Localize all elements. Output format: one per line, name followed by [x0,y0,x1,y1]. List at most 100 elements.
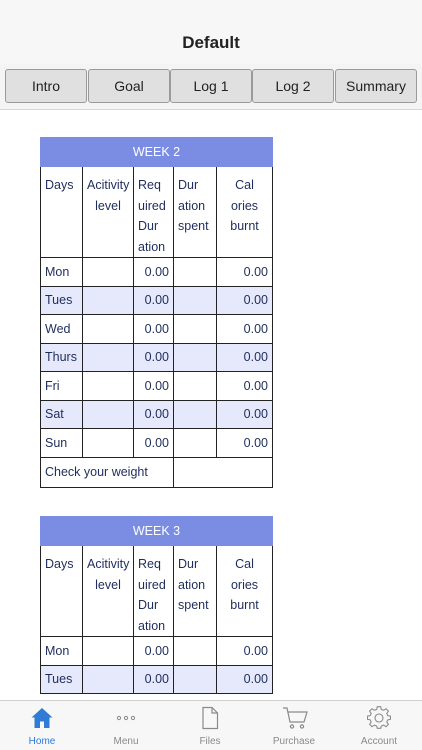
nav-menu[interactable]: Menu [84,701,168,750]
header-activity-level: Acitivity level [82,545,134,637]
header-line: Req [138,557,161,571]
activity-level-cell[interactable] [82,342,134,372]
header-duration-spent: Dur ation spent [173,545,217,637]
gear-icon [367,706,391,729]
header-line: Days [45,557,74,571]
table-row: Fri 0.00 0.00 [40,371,273,401]
header-duration-spent: Dur ation spent [173,166,217,258]
nav-purchase-label: Purchase [272,736,316,747]
activity-level-cell[interactable] [82,664,134,694]
header-line: Acitivity [87,178,130,192]
day-cell: Tues [40,285,83,315]
cart-icon [283,707,308,729]
header-activity-level: Acitivity level [82,166,134,258]
column-header-row: Days Acitivity level Req uired Dur ation Dur… [40,545,273,637]
column-header-row: Days Acitivity level Req uired Dur ation Dur… [40,166,273,258]
week-title: WEEK 2 [40,137,273,167]
day-cell: Mon [40,257,83,287]
nav-files[interactable]: Files [168,701,252,750]
day-cell: Fri [40,371,83,401]
table-row: Mon 0.00 0.00 [40,257,273,287]
required-duration-cell: 0.00 [133,371,174,401]
header-line: uired [138,198,166,213]
week-title: WEEK 3 [40,516,273,546]
calories-burnt-cell: 0.00 [216,314,273,344]
header-days: Days [40,166,83,258]
header-line: level [95,577,121,592]
tab-summary[interactable]: Summary [335,69,417,103]
table-row: Wed 0.00 0.00 [40,314,273,344]
required-duration-cell: 0.00 [133,285,174,315]
activity-level-cell[interactable] [82,285,134,315]
duration-spent-cell[interactable] [173,285,217,315]
tab-intro[interactable]: Intro [5,69,87,103]
nav-files-label: Files [199,736,221,747]
more-dots-icon [116,715,136,721]
check-weight-label: Check your weight [40,456,174,488]
calories-burnt-cell: 0.00 [216,428,273,458]
week-3-rows: Mon 0.00 0.00 Tues 0.00 0.00 [40,636,273,694]
calories-burnt-cell: 0.00 [216,664,273,694]
table-row: Thurs 0.00 0.00 [40,342,273,372]
table-row: Tues 0.00 0.00 [40,664,273,694]
header-line: burnt [230,219,259,233]
header-required-duration: Req uired Dur ation [133,166,174,258]
header-line: level [95,198,121,213]
home-icon [31,708,53,728]
duration-spent-cell[interactable] [173,257,217,287]
calories-burnt-cell: 0.00 [216,257,273,287]
duration-spent-cell[interactable] [173,342,217,372]
required-duration-cell: 0.00 [133,399,174,429]
duration-spent-cell[interactable] [173,428,217,458]
activity-level-cell[interactable] [82,371,134,401]
header-line: ories [230,577,259,592]
header-line: spent [178,598,209,612]
tab-log-1[interactable]: Log 1 [170,69,252,103]
tab-goal[interactable]: Goal [88,69,170,103]
duration-spent-cell[interactable] [173,314,217,344]
duration-spent-cell[interactable] [173,399,217,429]
header-line: Cal [235,557,254,571]
header-line: Dur [138,219,159,233]
header-line: Dur [178,557,199,571]
nav-home-label: Home [28,736,56,747]
week-3-table: WEEK 3 Days Acitivity level Req uired Dur at… [40,516,273,694]
header-line: Req [138,178,161,192]
activity-level-cell[interactable] [82,399,134,429]
day-cell: Mon [40,636,83,666]
duration-spent-cell[interactable] [173,371,217,401]
table-row: Mon 0.00 0.00 [40,636,273,666]
required-duration-cell: 0.00 [133,342,174,372]
check-weight-input[interactable] [173,456,273,488]
bottom-tab-bar: Home Menu Files Purchase Account [0,700,422,750]
scroll-content[interactable]: WEEK 2 Days Acitivity level Req uired Dur at… [0,111,422,700]
header-line: ation [138,618,166,633]
activity-level-cell[interactable] [82,257,134,287]
required-duration-cell: 0.00 [133,664,174,694]
calories-burnt-cell: 0.00 [216,636,273,666]
calories-burnt-cell: 0.00 [216,285,273,315]
nav-account[interactable]: Account [337,701,421,750]
header-line: spent [178,219,209,233]
activity-level-cell[interactable] [82,636,134,666]
nav-home[interactable]: Home [0,701,84,750]
table-row: Tues 0.00 0.00 [40,285,273,315]
header-line: ories [230,198,259,213]
header-line: ation [178,198,206,213]
day-cell: Thurs [40,342,83,372]
header-calories-burnt: Cal ories burnt [216,166,273,258]
activity-level-cell[interactable] [82,428,134,458]
duration-spent-cell[interactable] [173,664,217,694]
nav-purchase[interactable]: Purchase [252,701,336,750]
check-weight-row: Check your weight [40,456,273,488]
header-line: ation [138,239,166,254]
tab-log-2[interactable]: Log 2 [252,69,334,103]
required-duration-cell: 0.00 [133,636,174,666]
required-duration-cell: 0.00 [133,257,174,287]
activity-level-cell[interactable] [82,314,134,344]
nav-menu-label: Menu [113,736,139,747]
header-required-duration: Req uired Dur ation [133,545,174,637]
duration-spent-cell[interactable] [173,636,217,666]
required-duration-cell: 0.00 [133,428,174,458]
header-line: Dur [178,178,199,192]
